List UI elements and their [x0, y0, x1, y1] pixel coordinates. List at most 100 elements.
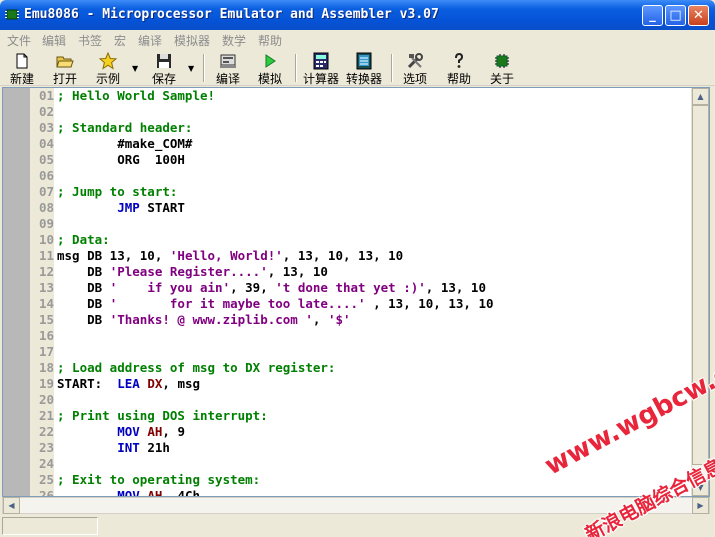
- compile-button[interactable]: 编译: [214, 52, 242, 87]
- title-bar[interactable]: Emu8086 - Microprocessor Emulator and As…: [0, 0, 715, 30]
- menu-help[interactable]: 帮助: [258, 32, 282, 49]
- code-token: , 13, 10: [267, 264, 328, 279]
- code-line[interactable]: 14 DB ' for it maybe too late....' , 13,…: [30, 296, 690, 312]
- line-number: 10: [38, 232, 54, 247]
- floppy-disk-icon: [157, 54, 171, 68]
- line-number: 06: [38, 168, 54, 183]
- code-token: START: [139, 200, 185, 215]
- menu-emulator[interactable]: 模拟器: [174, 32, 210, 49]
- code-line[interactable]: 19 START: LEA DX, msg: [30, 376, 690, 392]
- minimize-button[interactable]: _: [642, 5, 663, 26]
- emulate-button[interactable]: 模拟: [256, 52, 284, 87]
- code-token: ; Print using DOS interrupt:: [57, 408, 268, 423]
- line-number: 25: [38, 472, 54, 487]
- tools-icon: [407, 53, 423, 69]
- code-token: 't done that yet :)': [275, 280, 426, 295]
- code-line[interactable]: 10; Data:: [30, 232, 690, 248]
- line-number: 11: [38, 248, 54, 263]
- code-line[interactable]: 12 DB 'Please Register....', 13, 10: [30, 264, 690, 280]
- examples-button[interactable]: 示例: [94, 52, 122, 87]
- code-line[interactable]: 16: [30, 328, 690, 344]
- code-text: msg DB 13, 10, 'Hello, World!', 13, 10, …: [57, 248, 403, 264]
- breakpoint-gutter[interactable]: [3, 88, 30, 496]
- about-button[interactable]: 关于: [488, 52, 516, 87]
- code-token: MOV: [117, 488, 140, 496]
- code-line[interactable]: 03; Standard header:: [30, 120, 690, 136]
- help-button[interactable]: 帮助: [445, 52, 473, 87]
- code-token: MOV: [117, 424, 140, 439]
- vertical-scrollbar[interactable]: ▲ ▼: [691, 88, 709, 496]
- new-button[interactable]: 新建: [8, 52, 36, 87]
- scroll-right-button[interactable]: ▶: [692, 497, 709, 514]
- code-line[interactable]: 18; Load address of msg to DX register:: [30, 360, 690, 376]
- code-text: DB 'Thanks! @ www.ziplib.com ', '$': [57, 312, 350, 328]
- code-token: , 13, 10: [425, 280, 486, 295]
- converter-button[interactable]: 转换器: [345, 52, 383, 87]
- code-text: DB ' for it maybe too late....' , 13, 10…: [57, 296, 493, 312]
- code-line[interactable]: 17: [30, 344, 690, 360]
- code-token: ; Jump to start:: [57, 184, 178, 199]
- line-number: 21: [38, 408, 54, 423]
- menu-compile[interactable]: 编译: [138, 32, 162, 49]
- code-line[interactable]: 05 ORG 100H: [30, 152, 690, 168]
- calculator-button[interactable]: 计算器: [302, 52, 340, 87]
- line-number: 22: [38, 424, 54, 439]
- code-line[interactable]: 07; Jump to start:: [30, 184, 690, 200]
- code-line[interactable]: 06: [30, 168, 690, 184]
- code-line[interactable]: 09: [30, 216, 690, 232]
- chip-icon: [495, 54, 509, 68]
- examples-label: 示例: [95, 72, 120, 86]
- options-button[interactable]: 选项: [401, 52, 429, 87]
- play-icon: [265, 54, 276, 68]
- code-line[interactable]: 01; Hello World Sample!: [30, 88, 690, 104]
- line-number: 26: [38, 488, 54, 496]
- converter-label: 转换器: [345, 72, 382, 86]
- menu-edit[interactable]: 编辑: [42, 32, 66, 49]
- line-number: 07: [38, 184, 54, 199]
- window-title: Emu8086 - Microprocessor Emulator and As…: [24, 7, 439, 22]
- scroll-thumb[interactable]: [692, 105, 709, 465]
- code-token: JMP: [117, 200, 140, 215]
- examples-dropdown-icon[interactable]: ▼: [132, 64, 138, 73]
- line-number: 16: [38, 328, 54, 343]
- code-line[interactable]: 02: [30, 104, 690, 120]
- line-number: 17: [38, 344, 54, 359]
- menu-macro[interactable]: 宏: [114, 32, 126, 49]
- code-text: DB 'Please Register....', 13, 10: [57, 264, 328, 280]
- code-line[interactable]: 20: [30, 392, 690, 408]
- code-token: ' if you ain': [109, 280, 231, 295]
- compile-label: 编译: [215, 72, 240, 86]
- code-line[interactable]: 25; Exit to operating system:: [30, 472, 690, 488]
- app-chip-icon: [5, 9, 19, 20]
- code-line[interactable]: 21; Print using DOS interrupt:: [30, 408, 690, 424]
- code-line[interactable]: 11 msg DB 13, 10, 'Hello, World!', 13, 10…: [30, 248, 690, 264]
- save-button[interactable]: 保存: [150, 52, 178, 87]
- maximize-button[interactable]: □: [665, 5, 686, 26]
- code-token: ; Load address of msg to DX register:: [57, 360, 336, 375]
- code-line[interactable]: 04 #make_COM#: [30, 136, 690, 152]
- line-number: 18: [38, 360, 54, 375]
- scroll-left-button[interactable]: ◀: [3, 497, 20, 514]
- code-text: JMP START: [57, 200, 185, 216]
- code-line[interactable]: 26 MOV AH, 4Ch: [30, 488, 690, 496]
- code-line[interactable]: 13 DB ' if you ain', 39, 't done that ye…: [30, 280, 690, 296]
- open-button[interactable]: 打开: [51, 52, 79, 87]
- code-line[interactable]: 08 JMP START: [30, 200, 690, 216]
- save-dropdown-icon[interactable]: ▼: [188, 64, 194, 73]
- code-line[interactable]: 15 DB 'Thanks! @ www.ziplib.com ', '$': [30, 312, 690, 328]
- menu-file[interactable]: 文件: [7, 32, 31, 49]
- code-token: AH: [147, 424, 163, 439]
- menu-bookmarks[interactable]: 书签: [78, 32, 102, 49]
- line-number: 03: [38, 120, 54, 135]
- toolbar: 新建 打开 示例 ▼ 保存 ▼ 编译 模拟 计算器 转换器 选项 帮助 关于: [0, 50, 715, 86]
- code-text: ; Hello World Sample!: [57, 88, 215, 104]
- code-text: INT 21h: [57, 440, 170, 456]
- code-token: 21h: [139, 440, 170, 455]
- line-number: 08: [38, 200, 54, 215]
- close-button[interactable]: ✕: [688, 5, 709, 26]
- help-label: 帮助: [446, 72, 471, 86]
- menu-math[interactable]: 数学: [222, 32, 246, 49]
- scroll-up-button[interactable]: ▲: [692, 88, 709, 105]
